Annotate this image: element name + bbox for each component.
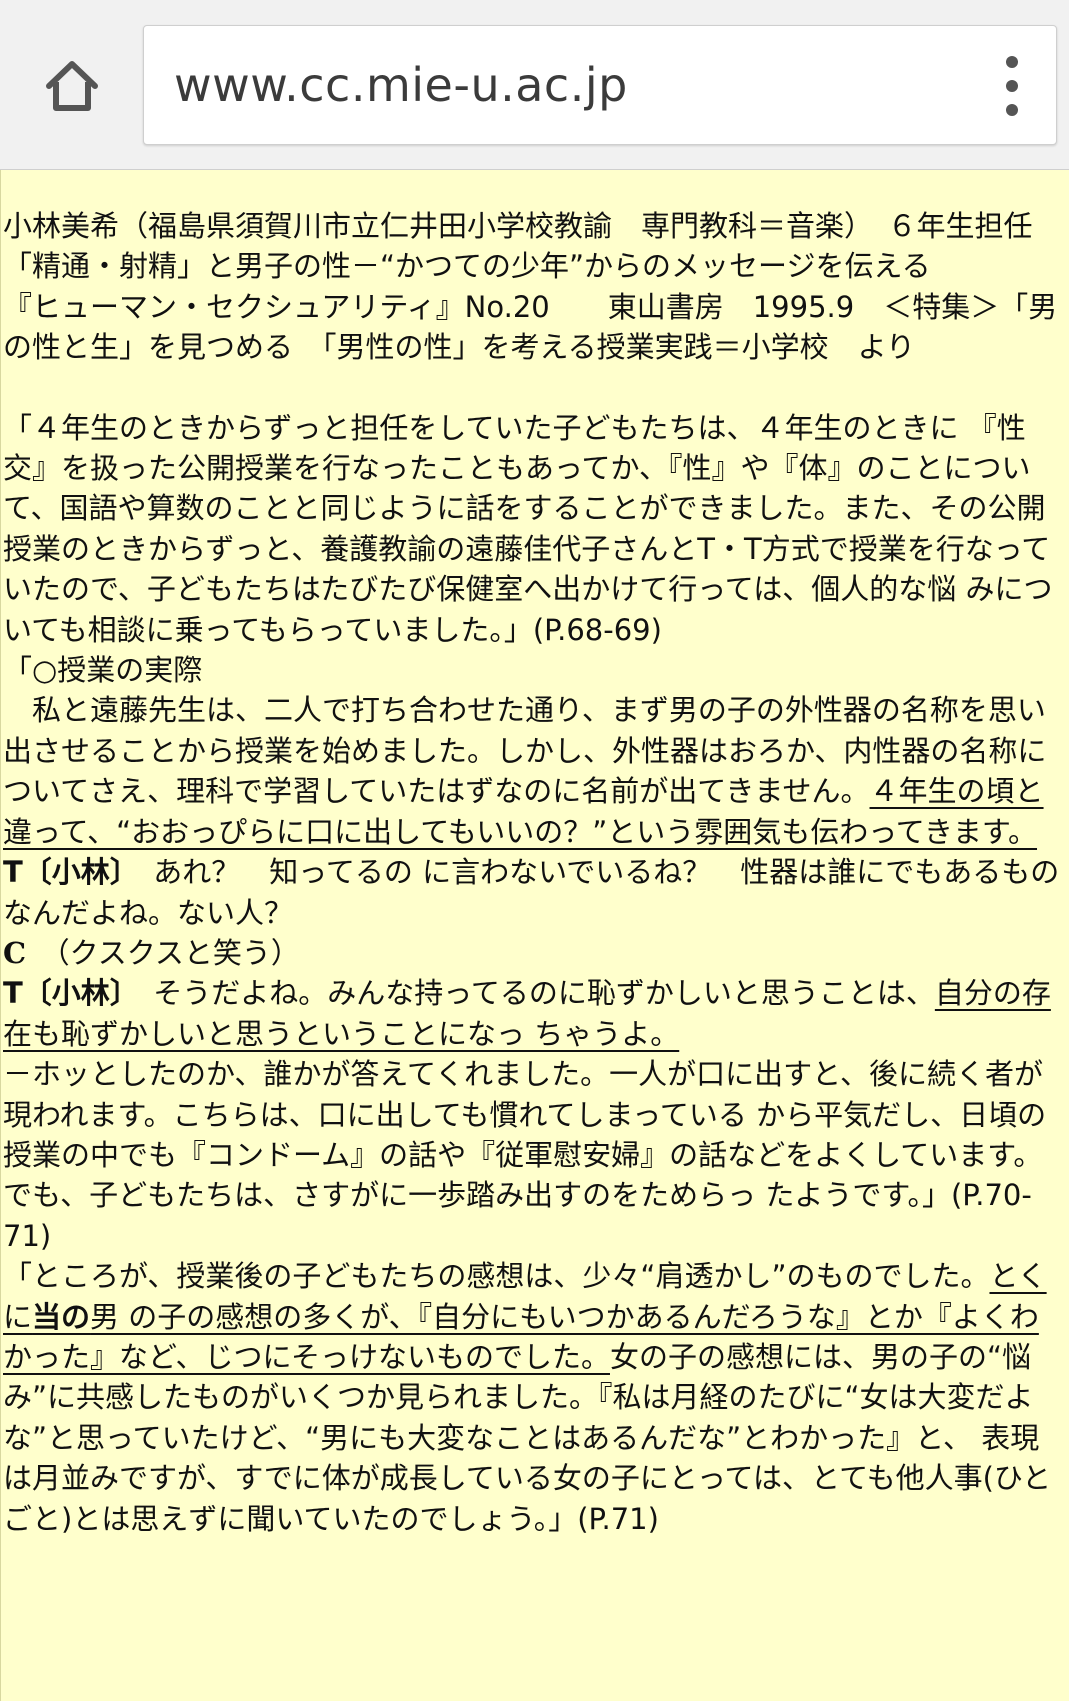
speaker: T〔小林〕 (3, 976, 125, 1011)
article-content: 小林美希（福島県須賀川市立仁井田小学校教諭 専門教科＝音楽） ６年生担任 「精通… (0, 170, 1069, 1701)
more-vert-icon (1006, 56, 1018, 68)
speaker: T〔小林〕 (3, 855, 125, 890)
paragraph: 私と遠藤先生は、二人で打ち合わせた通り、まず男の子の外性器の名称を思い出させるこ… (3, 693, 1047, 849)
url-bar[interactable]: www.cc.mie-u.ac.jp (143, 25, 1057, 145)
menu-button[interactable] (992, 56, 1032, 116)
paragraph: 「４年生のときからずっと担任をしていた子どもたちは、４年生のときに 『性交』を扱… (3, 410, 1053, 647)
speaker: C (3, 935, 27, 970)
dialogue-line: C （クスクスと笑う） (3, 935, 300, 970)
home-button[interactable] (36, 50, 108, 122)
paragraph: 「ところが、授業後の子どもたちの感想は、少々“肩透かし”のものでした。とくに当の… (3, 1259, 1052, 1536)
header-line: 「精通・射精」と男子の性－“かつての少年”からのメッセージを伝える (3, 249, 931, 284)
dialogue-line: T〔小林〕 あれ？ 知ってるの に言わないでいるね？ 性器は誰にでもあるものなん… (3, 855, 1060, 930)
header-line: 小林美希（福島県須賀川市立仁井田小学校教諭 専門教科＝音楽） ６年生担任 (3, 209, 1033, 243)
home-icon (46, 61, 98, 111)
url-text[interactable]: www.cc.mie-u.ac.jp (174, 58, 628, 112)
header-line: 『ヒューマン・セクシュアリティ』No.20 東山書房 1995.9 ＜特集＞「男… (3, 289, 1058, 365)
section-title: 「○授業の実際 (3, 653, 203, 688)
browser-toolbar: www.cc.mie-u.ac.jp (0, 0, 1069, 170)
dialogue-line: T〔小林〕 そうだよね。みんな持ってるのに恥ずかしいと思うことは、自分の存在も恥… (3, 976, 1051, 1051)
paragraph: －ホッとしたのか、誰かが答えてくれました。一人が口に出すと、後に続く者が現われま… (3, 1057, 1047, 1253)
